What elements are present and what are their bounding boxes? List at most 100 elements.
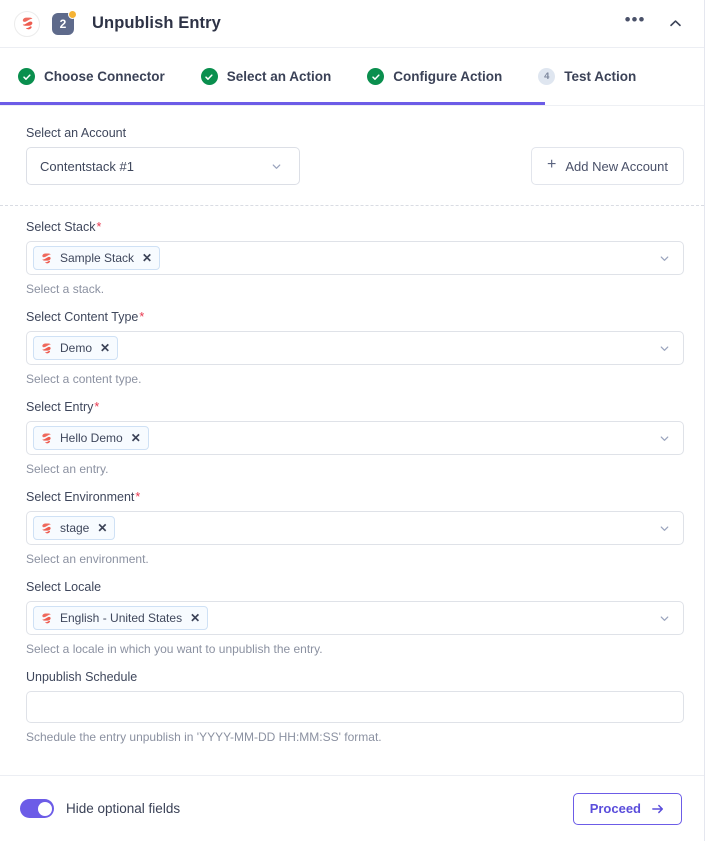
- chip-list: Sample Stack ✕: [33, 246, 650, 270]
- select-locale-control[interactable]: English - United States ✕: [26, 601, 684, 635]
- chip-remove-icon[interactable]: ✕: [131, 432, 141, 444]
- field-hint: Select an environment.: [26, 552, 149, 566]
- stepper-step-choose-connector[interactable]: Choose Connector: [18, 68, 165, 85]
- field-hint: Select an entry.: [26, 462, 109, 476]
- card-body: Select an Account Contentstack #1 + Add …: [0, 106, 704, 775]
- chevron-down-icon: [658, 612, 671, 625]
- chip-list: English - United States ✕: [33, 606, 650, 630]
- arrow-right-icon: [651, 803, 665, 815]
- proceed-button[interactable]: Proceed: [572, 792, 682, 825]
- field-hint: Select a stack.: [26, 282, 105, 296]
- field-label: Select Entry*: [26, 400, 684, 414]
- card-header: 2 Unpublish Entry •••: [0, 0, 704, 48]
- add-new-account-label: Add New Account: [565, 158, 668, 174]
- field-label-text: Select Locale: [26, 580, 102, 594]
- chevron-down-icon: [270, 160, 283, 173]
- chevron-up-icon[interactable]: [662, 11, 688, 37]
- chip-remove-icon[interactable]: ✕: [97, 522, 107, 534]
- chip[interactable]: stage ✕: [33, 516, 116, 540]
- chip-label: stage: [60, 521, 90, 535]
- stepper-step-test-action[interactable]: 4 Test Action: [538, 68, 636, 85]
- chip[interactable]: Demo ✕: [33, 336, 119, 360]
- plus-icon: +: [547, 156, 557, 173]
- field-label: Select Stack*: [26, 220, 684, 234]
- contentstack-logo-icon: [40, 252, 53, 265]
- field-label: Select Locale: [26, 580, 684, 594]
- step-number-text: 2: [59, 16, 67, 31]
- field-label-text: Select Environment: [26, 490, 135, 504]
- chip[interactable]: English - United States ✕: [33, 606, 209, 630]
- chip[interactable]: Sample Stack ✕: [33, 246, 161, 270]
- field-hint: Select a content type.: [26, 372, 142, 386]
- chip-label: Hello Demo: [60, 431, 123, 445]
- field-label-text: Unpublish Schedule: [26, 670, 138, 684]
- chevron-down-icon: [658, 522, 671, 535]
- check-circle-icon: [200, 68, 218, 85]
- contentstack-logo-icon: [40, 522, 53, 535]
- check-circle-icon: [367, 68, 385, 85]
- check-circle-icon: [18, 68, 35, 85]
- required-asterisk: *: [135, 490, 141, 504]
- field-select-entry: Select Entry* Hello Demo ✕ Select an ent…: [26, 400, 684, 476]
- chevron-down-icon: [658, 252, 671, 265]
- stepper-step-label: Configure Action: [393, 69, 503, 84]
- chip-remove-icon[interactable]: ✕: [142, 252, 152, 264]
- chip[interactable]: Hello Demo ✕: [33, 426, 149, 450]
- chip-label: Demo: [60, 341, 93, 355]
- stepper-step-label: Select an Action: [226, 69, 332, 84]
- field-label: Select Content Type*: [26, 310, 684, 324]
- more-options-icon[interactable]: •••: [622, 11, 648, 37]
- page-title: Unpublish Entry: [92, 14, 221, 32]
- select-environment-control[interactable]: stage ✕: [26, 511, 684, 545]
- chip-remove-icon[interactable]: ✕: [190, 612, 200, 624]
- required-asterisk: *: [96, 220, 102, 234]
- hide-optional-fields-toggle[interactable]: Hide optional fields: [20, 799, 180, 818]
- field-label-text: Select Stack: [26, 220, 96, 234]
- account-section: Select an Account Contentstack #1 + Add …: [0, 106, 704, 205]
- field-label-text: Select Entry: [26, 400, 94, 414]
- chip-label: English - United States: [60, 611, 183, 625]
- stepper-step-label: Test Action: [564, 69, 637, 84]
- chip-list: Hello Demo ✕: [33, 426, 650, 450]
- contentstack-logo-icon: [40, 342, 53, 355]
- field-label: Select Environment*: [26, 490, 684, 504]
- unpublish-schedule-input[interactable]: [33, 699, 675, 715]
- chip-list: Demo ✕: [33, 336, 650, 360]
- proceed-label: Proceed: [589, 801, 641, 816]
- contentstack-logo-icon: [14, 10, 40, 37]
- step-number-circle: 4: [538, 68, 556, 85]
- account-select[interactable]: Contentstack #1: [26, 147, 300, 185]
- add-new-account-button[interactable]: + Add New Account: [531, 147, 684, 185]
- required-asterisk: *: [139, 310, 145, 324]
- toggle-label: Hide optional fields: [66, 801, 181, 816]
- step-number-badge: 2: [52, 9, 77, 35]
- select-entry-control[interactable]: Hello Demo ✕: [26, 421, 684, 455]
- contentstack-logo-icon: [40, 612, 53, 625]
- card-footer: Hide optional fields Proceed: [0, 775, 704, 841]
- select-content-type-control[interactable]: Demo ✕: [26, 331, 684, 365]
- field-label-text: Select Content Type: [26, 310, 139, 324]
- chevron-down-icon: [658, 342, 671, 355]
- toggle-switch[interactable]: [20, 799, 54, 818]
- field-unpublish-schedule: Unpublish Schedule Schedule the entry un…: [26, 670, 684, 744]
- field-select-environment: Select Environment* stage ✕ Select an en…: [26, 490, 684, 566]
- chevron-down-icon: [658, 432, 671, 445]
- unpublish-schedule-input-wrapper[interactable]: [26, 691, 684, 723]
- field-label: Unpublish Schedule: [26, 670, 684, 684]
- contentstack-logo-icon: [40, 432, 53, 445]
- stepper-step-label: Choose Connector: [44, 69, 165, 84]
- field-select-stack: Select Stack* Sample Stack ✕ Select a st…: [26, 220, 684, 296]
- stepper-step-configure-action[interactable]: Configure Action: [367, 68, 502, 85]
- select-stack-control[interactable]: Sample Stack ✕: [26, 241, 684, 275]
- chip-remove-icon[interactable]: ✕: [100, 342, 110, 354]
- account-label: Select an Account: [26, 126, 127, 140]
- unpublish-entry-card: 2 Unpublish Entry ••• Choose Connector S…: [0, 0, 705, 841]
- field-hint: Select a locale in which you want to unp…: [26, 642, 323, 656]
- field-hint: Schedule the entry unpublish in 'YYYY-MM…: [26, 730, 382, 744]
- field-select-locale: Select Locale English - United States ✕ …: [26, 580, 684, 656]
- stepper-step-select-an-action[interactable]: Select an Action: [200, 68, 332, 85]
- account-selected-value: Contentstack #1: [40, 158, 134, 174]
- stepper-progress-bar: [0, 102, 545, 105]
- wizard-stepper: Choose Connector Select an Action Config…: [0, 48, 704, 106]
- required-asterisk: *: [94, 400, 100, 414]
